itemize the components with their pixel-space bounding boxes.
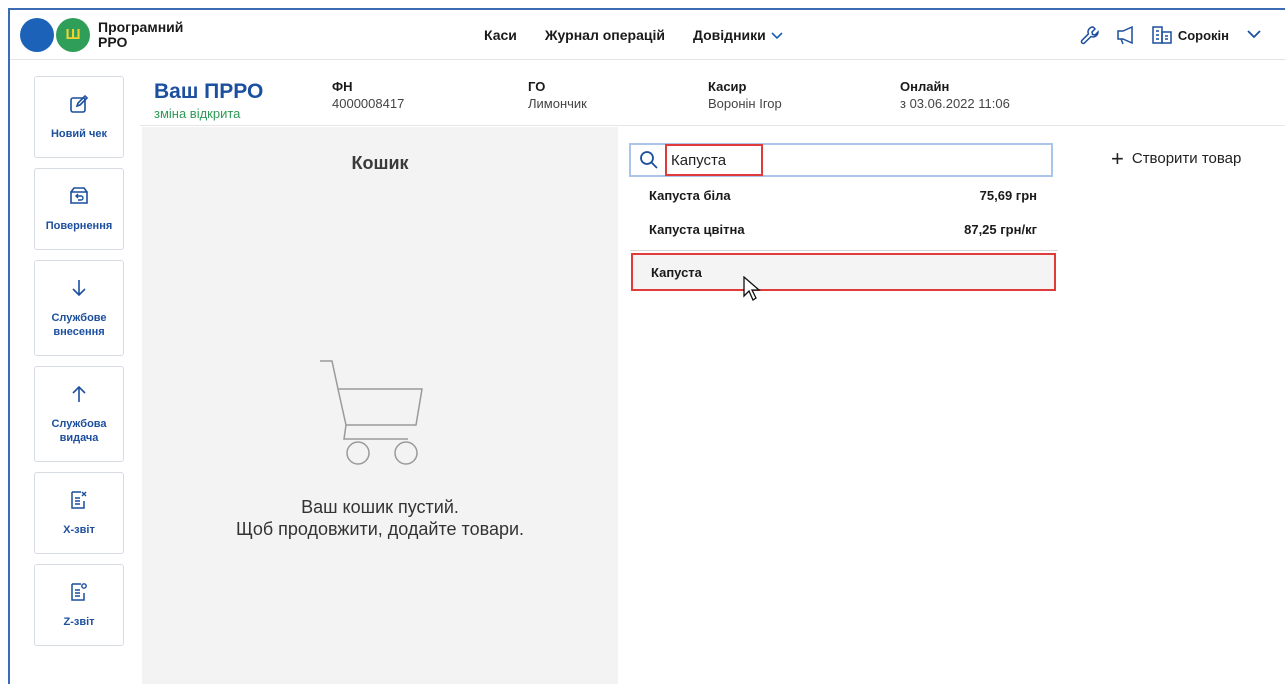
create-product-button[interactable]: + Створити товар	[1111, 145, 1242, 171]
nav-directories[interactable]: Довідники	[693, 27, 783, 43]
result-price: 87,25 грн/кг	[964, 221, 1037, 237]
search-input-highlight	[665, 144, 763, 176]
nav-kasy-label: Каси	[484, 27, 517, 43]
fn-label: ФН	[332, 79, 353, 94]
go-block: ГО Лимончик	[528, 79, 587, 111]
plus-icon: +	[1111, 145, 1124, 171]
cart-icon	[310, 359, 426, 474]
new-receipt-button[interactable]: Новий чек	[34, 76, 124, 158]
service-deposit-label: Службове внесення	[51, 312, 107, 338]
return-label: Повернення	[45, 220, 113, 232]
x-report-label: X-звіт	[63, 524, 95, 536]
result-name: Капуста цвітна	[649, 221, 745, 237]
logo-blue-circle	[20, 17, 54, 52]
online-value: з 03.06.2022 11:06	[900, 96, 1010, 111]
result-name: Капуста біла	[649, 187, 731, 203]
search-result-item[interactable]: Капуста біла 75,69 грн	[629, 178, 1057, 212]
basket-panel: Кошик Ваш кошик пустий. Щоб продовжити, …	[142, 127, 618, 684]
logo-text: Програмний РРО	[98, 18, 184, 50]
service-withdrawal-label: Службова видача	[51, 418, 107, 444]
nav-journal-label: Журнал операцій	[544, 27, 665, 43]
trident-icon: Ш	[56, 17, 90, 52]
product-search	[629, 143, 1053, 177]
new-receipt-label: Новий чек	[50, 128, 107, 140]
z-report-icon	[66, 579, 92, 605]
fn-value: 4000008417	[332, 96, 405, 111]
sidebar: Новий чек Повернення Службове внесення С…	[34, 76, 124, 656]
chevron-down-icon	[771, 27, 783, 43]
service-withdrawal-button[interactable]: Службова видача	[34, 366, 124, 462]
search-input[interactable]	[671, 151, 759, 169]
nav-kasy[interactable]: Каси	[484, 27, 517, 43]
shift-status: зміна відкрита	[154, 106, 241, 121]
search-results: Капуста біла 75,69 грн Капуста цвітна 87…	[629, 178, 1057, 246]
mouse-cursor-icon	[742, 275, 762, 307]
service-deposit-button[interactable]: Службове внесення	[34, 260, 124, 356]
search-result-item[interactable]: Капуста цвітна 87,25 грн/кг	[629, 212, 1057, 246]
nav-journal[interactable]: Журнал операцій	[545, 27, 665, 43]
header-tools: Сорокін	[1066, 10, 1261, 60]
x-report-button[interactable]: X-звіт	[34, 472, 124, 554]
building-icon	[1150, 23, 1174, 47]
divider	[630, 250, 1058, 251]
online-label: Онлайн	[900, 79, 950, 94]
arrow-down-icon	[66, 275, 92, 301]
main-nav: Каси Журнал операцій Довідники	[484, 10, 811, 60]
go-label: ГО	[528, 79, 546, 94]
cashier-value: Воронін Ігор	[708, 96, 782, 111]
top-bar: Ш Програмний РРО Каси Журнал операцій До…	[10, 10, 1285, 60]
result-price: 75,69 грн	[979, 187, 1037, 203]
go-value: Лимончик	[528, 96, 587, 111]
online-block: Онлайн з 03.06.2022 11:06	[900, 79, 1010, 111]
megaphone-icon[interactable]	[1114, 23, 1138, 47]
app-window: Ш Програмний РРО Каси Журнал операцій До…	[8, 8, 1285, 684]
basket-title: Кошик	[351, 153, 409, 173]
search-icon	[639, 150, 659, 170]
return-button[interactable]: Повернення	[34, 168, 124, 250]
x-report-icon	[66, 487, 92, 513]
fn-block: ФН 4000008417	[332, 79, 404, 111]
return-icon	[66, 183, 92, 209]
prro-info-bar: Ваш ПРРО зміна відкрита ФН 4000008417 ГО…	[140, 60, 1285, 126]
create-option-label: Капуста	[651, 264, 702, 280]
empty-basket-hint: Щоб продовжити, додайте товари.	[235, 519, 525, 539]
user-name[interactable]: Сорокін	[1178, 28, 1229, 43]
create-product-label: Створити товар	[1131, 150, 1242, 167]
chevron-down-icon[interactable]	[1247, 26, 1261, 44]
logo[interactable]: Ш Програмний РРО	[20, 17, 184, 52]
empty-basket-message: Ваш кошик пустий.	[301, 497, 459, 517]
z-report-label: Z-звіт	[63, 616, 95, 628]
nav-directories-label: Довідники	[692, 27, 766, 43]
create-from-search-option[interactable]: Капуста	[631, 253, 1056, 291]
cashier-label: Касир	[708, 79, 747, 94]
z-report-button[interactable]: Z-звіт	[34, 564, 124, 646]
arrow-up-icon	[66, 381, 92, 407]
edit-icon	[66, 91, 92, 117]
prro-title: Ваш ПРРО	[154, 80, 264, 103]
wrench-icon[interactable]	[1078, 23, 1102, 47]
cashier-block: Касир Воронін Ігор	[708, 79, 782, 111]
